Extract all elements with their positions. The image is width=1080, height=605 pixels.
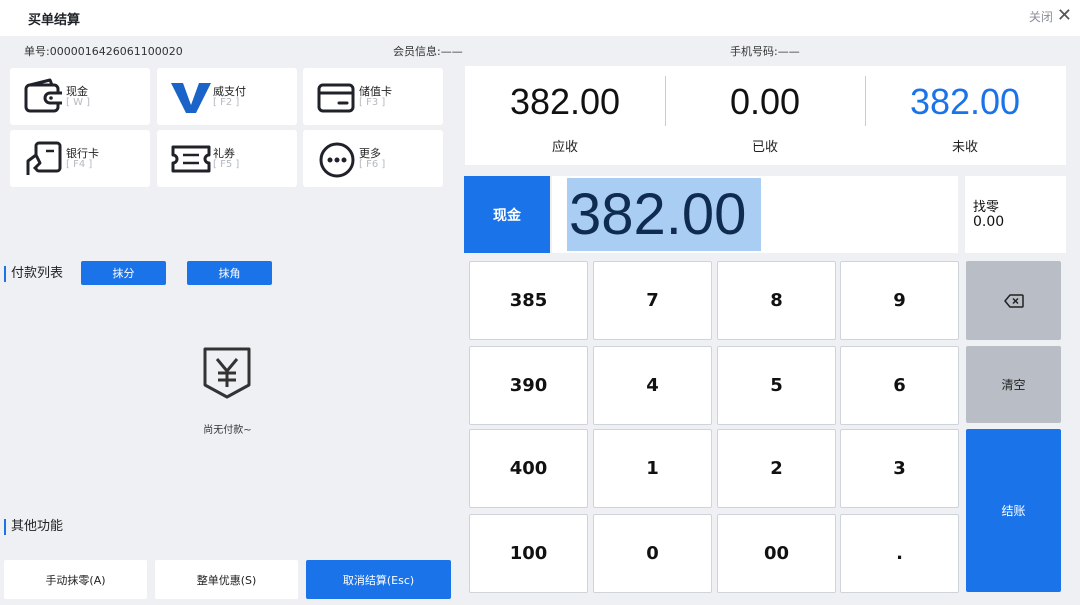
wallet-icon xyxy=(24,78,62,113)
close-icon: ✕ xyxy=(1056,5,1072,26)
pay-method-key: [ F4 ] xyxy=(66,159,93,170)
pay-method-key: [ W ] xyxy=(66,97,91,108)
pay-method-key: [ F3 ] xyxy=(359,97,386,108)
pay-method-vpay[interactable]: 威支付 [ F2 ] xyxy=(157,68,297,125)
pay-method-bank-card[interactable]: 银行卡 [ F4 ] xyxy=(10,130,150,187)
digit-key[interactable]: 1 xyxy=(593,429,712,508)
bank-card-icon xyxy=(26,141,62,175)
coupon-icon xyxy=(171,145,211,173)
round-jiao-button[interactable]: 抹角 xyxy=(187,261,272,285)
order-value: 0000016426061100020 xyxy=(49,45,183,58)
backspace-icon xyxy=(1003,293,1024,308)
member-label: 会员信息: xyxy=(393,45,441,58)
phone-label: 手机号码: xyxy=(730,45,778,58)
change-box: 找零 0.00 xyxy=(965,176,1066,253)
title-bar: 买单结算 关闭 ✕ xyxy=(0,0,1080,36)
member-value: —— xyxy=(440,45,463,58)
pay-method-key: [ F6 ] xyxy=(359,159,386,170)
unpaid-value: 382.00 xyxy=(909,81,1021,122)
order-discount-button[interactable]: 整单优惠(S) xyxy=(155,560,298,599)
stored-card-icon xyxy=(317,83,355,113)
received-value: 0.00 xyxy=(729,81,801,122)
backspace-button[interactable] xyxy=(966,261,1061,340)
amount-summary: 382.00 应收 0.00 已收 382.00 未收 xyxy=(465,66,1066,165)
digit-key[interactable]: 9 xyxy=(840,261,959,340)
yuan-receipt-icon xyxy=(203,347,251,399)
v-pay-icon xyxy=(171,83,211,113)
digit-key[interactable]: 2 xyxy=(717,429,836,508)
received-cell: 0.00 已收 xyxy=(665,66,865,165)
cancel-checkout-button[interactable]: 取消结算(Esc) xyxy=(306,560,451,599)
receivable-cell: 382.00 应收 xyxy=(465,66,665,165)
order-number: 单号:0000016426061100020 xyxy=(24,43,183,59)
digit-key[interactable]: 3 xyxy=(840,429,959,508)
phone-info: 手机号码:—— xyxy=(730,43,800,59)
pay-method-stored-card[interactable]: 储值卡 [ F3 ] xyxy=(303,68,443,125)
window-title: 买单结算 xyxy=(28,13,81,28)
clear-button[interactable]: 清空 xyxy=(966,346,1061,423)
quick-amount-key[interactable]: 100 xyxy=(469,514,588,593)
decimal-key[interactable]: . xyxy=(840,514,959,593)
receivable-value: 382.00 xyxy=(509,81,621,122)
payment-list-label: 付款列表 xyxy=(4,266,63,282)
amount-value: 382.00 xyxy=(569,182,747,247)
phone-value: —— xyxy=(777,45,800,58)
digit-key[interactable]: 5 xyxy=(717,346,836,425)
received-label: 已收 xyxy=(751,140,778,155)
digit-key[interactable]: 6 xyxy=(840,346,959,425)
close-button[interactable]: 关闭 ✕ xyxy=(1029,7,1072,25)
digit-key[interactable]: 8 xyxy=(717,261,836,340)
pay-method-key: [ F5 ] xyxy=(213,159,240,170)
quick-amount-key[interactable]: 390 xyxy=(469,346,588,425)
pay-method-more[interactable]: 更多 [ F6 ] xyxy=(303,130,443,187)
digit-key[interactable]: 4 xyxy=(593,346,712,425)
manual-round-button[interactable]: 手动抹零(A) xyxy=(4,560,147,599)
quick-amount-key[interactable]: 385 xyxy=(469,261,588,340)
checkout-button[interactable]: 结账 xyxy=(966,429,1061,592)
more-icon xyxy=(319,142,355,178)
order-label: 单号: xyxy=(24,45,50,58)
empty-payments-text: 尚无付款~ xyxy=(203,425,252,436)
pay-method-coupon[interactable]: 礼券 [ F5 ] xyxy=(157,130,297,187)
quick-amount-key[interactable]: 400 xyxy=(469,429,588,508)
round-fen-button[interactable]: 抹分 xyxy=(81,261,166,285)
amount-input[interactable]: 382.00 xyxy=(552,176,958,253)
current-method-button[interactable]: 现金 xyxy=(464,176,550,253)
change-label: 找零 xyxy=(973,200,1000,215)
member-info: 会员信息:—— xyxy=(393,43,463,59)
close-label: 关闭 xyxy=(1028,9,1053,24)
digit-key[interactable]: 7 xyxy=(593,261,712,340)
change-value: 0.00 xyxy=(973,214,1005,230)
receivable-label: 应收 xyxy=(551,140,578,155)
digit-key[interactable]: 0 xyxy=(593,514,712,593)
pay-method-cash[interactable]: 现金 [ W ] xyxy=(10,68,150,125)
double-zero-key[interactable]: 00 xyxy=(717,514,836,593)
unpaid-label: 未收 xyxy=(951,140,978,155)
unpaid-cell: 382.00 未收 xyxy=(865,66,1065,165)
pay-method-key: [ F2 ] xyxy=(213,97,240,108)
other-functions-label: 其他功能 xyxy=(4,519,63,535)
